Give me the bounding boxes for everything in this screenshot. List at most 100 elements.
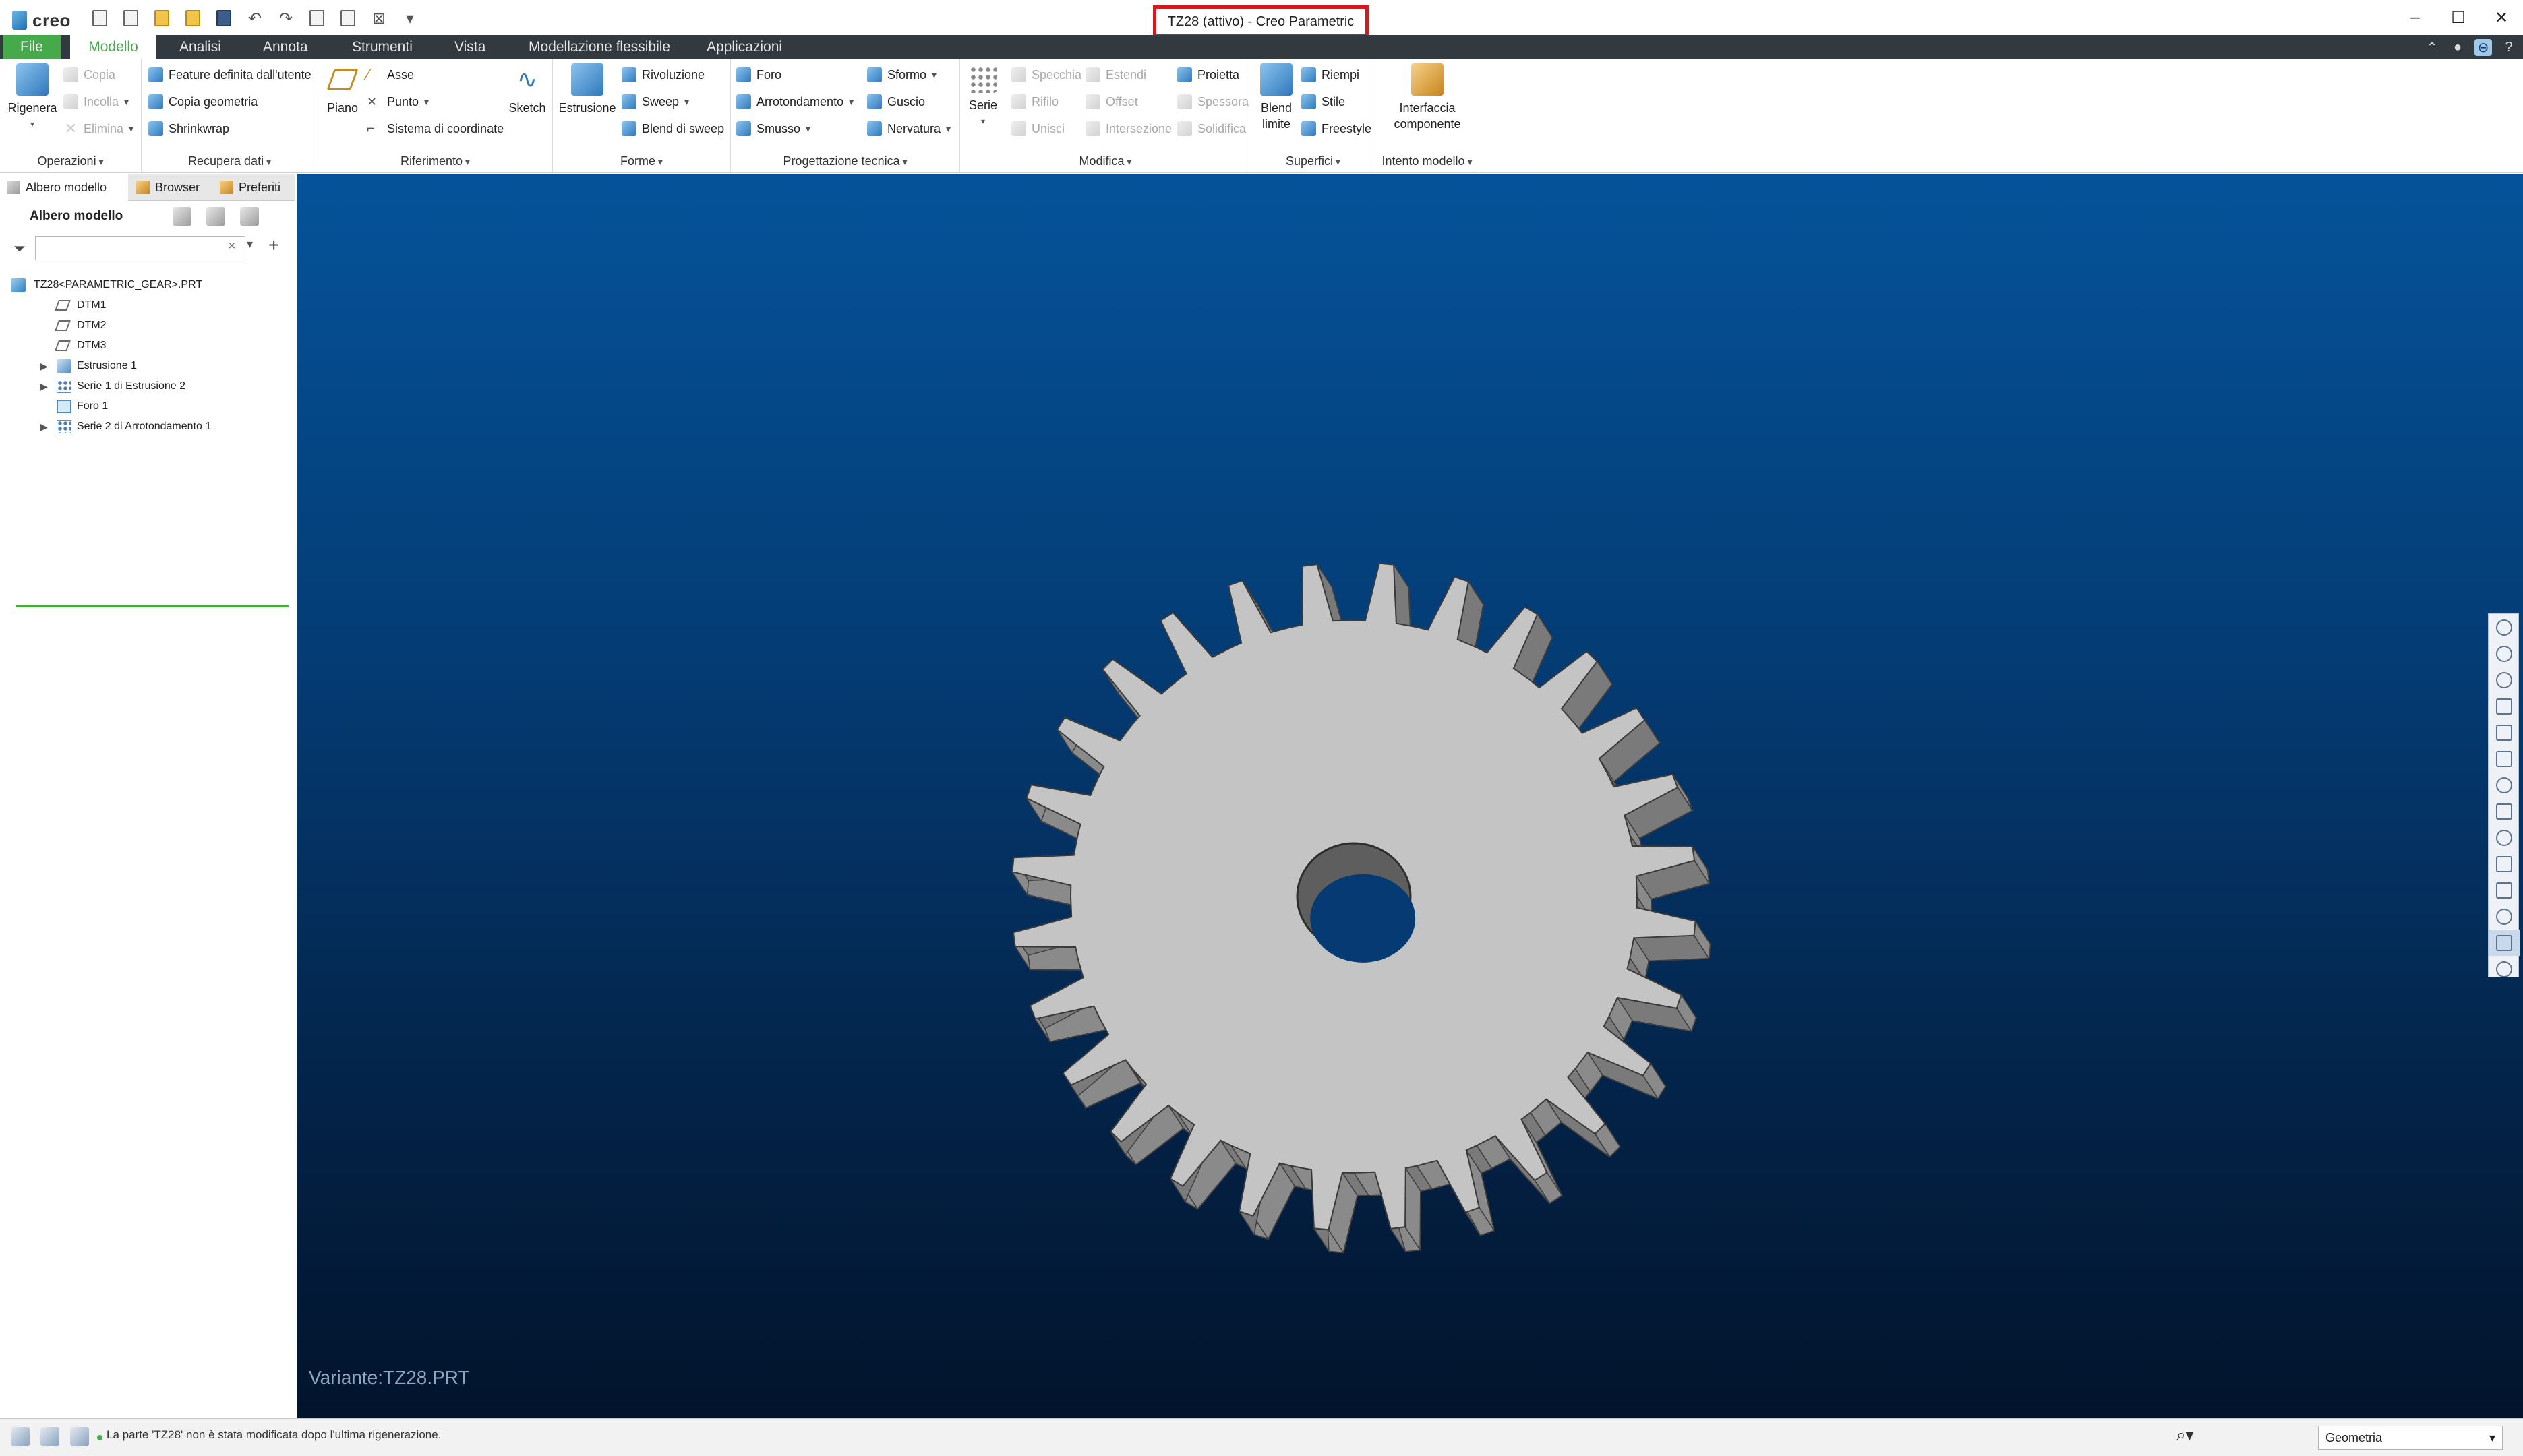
- gear-model[interactable]: [297, 174, 2523, 1418]
- tab-preferiti[interactable]: Preferiti: [213, 174, 295, 201]
- command-search-icon[interactable]: ⊖: [2474, 38, 2492, 56]
- elimina-button[interactable]: ✕ Elimina: [63, 119, 133, 139]
- tab-strumenti[interactable]: Strumenti: [352, 35, 413, 59]
- selection-filter-dropdown[interactable]: Geometria ▾: [2318, 1426, 2503, 1450]
- customize-toolbar-icon[interactable]: ▾: [399, 7, 421, 30]
- riempi-button[interactable]: Riempi: [1301, 65, 1359, 85]
- nervatura-button[interactable]: Nervatura: [867, 119, 951, 139]
- group-label-modifica[interactable]: Modifica: [960, 154, 1251, 169]
- toggle-browser-icon[interactable]: [40, 1427, 59, 1446]
- piano-button[interactable]: Piano: [322, 63, 363, 116]
- add-filter-icon[interactable]: +: [268, 235, 279, 256]
- perspective-icon[interactable]: [2489, 719, 2520, 746]
- full-screen-icon[interactable]: [70, 1427, 89, 1446]
- close-button[interactable]: ✕: [2480, 0, 2523, 35]
- sistema-coordinate-button[interactable]: ⌐ Sistema di coordinate: [367, 119, 504, 139]
- insert-here-indicator[interactable]: [16, 605, 289, 607]
- collapse-ribbon-icon[interactable]: ⌃: [2423, 39, 2441, 56]
- punto-button[interactable]: ✕ Punto: [367, 92, 429, 112]
- tree-node[interactable]: DTM3: [0, 336, 295, 356]
- copia-button[interactable]: Copia: [63, 65, 115, 85]
- rigenera-button[interactable]: Rigenera ▾: [5, 63, 59, 132]
- expand-arrow-icon[interactable]: ▶: [40, 361, 48, 372]
- spessora-button[interactable]: Spessora: [1177, 92, 1249, 112]
- interfaccia-componente-button[interactable]: Interfaccia componente: [1379, 63, 1475, 132]
- section-icon[interactable]: [2489, 956, 2520, 982]
- tree-node[interactable]: DTM2: [0, 315, 295, 336]
- folder-icon[interactable]: [151, 7, 173, 30]
- toggle-navigator-icon[interactable]: [11, 1427, 30, 1446]
- tree-node[interactable]: ▶ Serie 2 di Arrotondamento 1: [0, 417, 295, 437]
- group-label-intento-modello[interactable]: Intento modello: [1375, 154, 1479, 169]
- tab-modellazione-flessibile[interactable]: Modellazione flessibile: [529, 35, 670, 59]
- group-label-recupera-dati[interactable]: Recupera dati: [142, 154, 318, 169]
- view-manager-icon[interactable]: [2489, 798, 2520, 824]
- regenerate-quick-icon[interactable]: [306, 7, 328, 30]
- datum-display-icon[interactable]: [2489, 851, 2520, 877]
- search-options-dropdown[interactable]: ▾: [247, 237, 253, 251]
- open-icon[interactable]: [120, 7, 142, 30]
- save-icon[interactable]: [213, 7, 235, 30]
- help-icon[interactable]: ?: [2500, 40, 2518, 55]
- open-folder-icon[interactable]: [182, 7, 204, 30]
- tree-node[interactable]: TZ28<PARAMETRIC_GEAR>.PRT: [0, 275, 295, 295]
- tree-node[interactable]: Foro 1: [0, 396, 295, 417]
- guscio-button[interactable]: Guscio: [867, 92, 925, 112]
- estrusione-button[interactable]: Estrusione: [557, 63, 618, 116]
- expand-arrow-icon[interactable]: ▶: [40, 421, 48, 433]
- zoom-out-icon[interactable]: [2489, 667, 2520, 693]
- solidifica-button[interactable]: Solidifica: [1177, 119, 1246, 139]
- group-label-forme[interactable]: Forme: [553, 154, 730, 169]
- tree-columns-icon[interactable]: [240, 207, 259, 226]
- offset-button[interactable]: Offset: [1086, 92, 1138, 112]
- tab-applicazioni[interactable]: Applicazioni: [707, 35, 782, 59]
- blend-sweep-button[interactable]: Blend di sweep: [622, 119, 724, 139]
- appearance-icon[interactable]: [2489, 824, 2520, 851]
- minimize-button[interactable]: –: [2394, 0, 2437, 35]
- spin-center-icon[interactable]: [2489, 903, 2520, 930]
- tab-annota[interactable]: Annota: [263, 35, 308, 59]
- copia-geometria-button[interactable]: Copia geometria: [148, 92, 258, 112]
- sformo-button[interactable]: Sformo: [867, 65, 937, 85]
- tab-albero-modello[interactable]: Albero modello: [0, 174, 128, 201]
- unisci-button[interactable]: Unisci: [1011, 119, 1065, 139]
- graphics-window[interactable]: Variante:TZ28.PRT: [297, 174, 2523, 1418]
- tab-browser[interactable]: Browser: [129, 174, 210, 201]
- group-label-riferimento[interactable]: Riferimento: [318, 154, 552, 169]
- group-label-superfici[interactable]: Superfici: [1251, 154, 1375, 169]
- group-label-operazioni[interactable]: Operazioni: [0, 154, 141, 169]
- find-icon[interactable]: ⌕▾: [2176, 1426, 2194, 1445]
- clear-search-icon[interactable]: ×: [228, 239, 236, 254]
- tree-node[interactable]: ▶ Estrusione 1: [0, 356, 295, 376]
- tree-settings-icon[interactable]: [173, 207, 191, 226]
- estendi-button[interactable]: Estendi: [1086, 65, 1146, 85]
- display-style-icon[interactable]: [2489, 746, 2520, 772]
- tree-show-icon[interactable]: [206, 207, 225, 226]
- smusso-button[interactable]: Smusso: [736, 119, 810, 139]
- freestyle-button[interactable]: Freestyle: [1301, 119, 1371, 139]
- windows-icon[interactable]: [337, 7, 359, 30]
- maximize-button[interactable]: ☐: [2437, 0, 2480, 35]
- tab-vista[interactable]: Vista: [454, 35, 485, 59]
- tab-modello[interactable]: Modello: [70, 35, 156, 59]
- group-label-progettazione-tecnica[interactable]: Progettazione tecnica: [731, 154, 959, 169]
- intersezione-button[interactable]: Intersezione: [1086, 119, 1172, 139]
- foro-button[interactable]: Foro: [736, 65, 781, 85]
- tree-search-input[interactable]: [35, 236, 245, 260]
- expand-arrow-icon[interactable]: ▶: [40, 381, 48, 392]
- new-file-icon[interactable]: [89, 7, 111, 30]
- specchia-button[interactable]: Specchia: [1011, 65, 1081, 85]
- proietta-button[interactable]: Proietta: [1177, 65, 1239, 85]
- view-normal-icon[interactable]: [2489, 930, 2520, 956]
- redo-icon[interactable]: ↷: [275, 7, 297, 30]
- user-icon[interactable]: ●: [2449, 40, 2466, 55]
- asse-button[interactable]: ⁄ Asse: [367, 65, 414, 85]
- close-window-icon[interactable]: ⊠: [368, 7, 390, 30]
- rivoluzione-button[interactable]: Rivoluzione: [622, 65, 705, 85]
- rifilo-button[interactable]: Rifilo: [1011, 92, 1059, 112]
- serie-button[interactable]: Serie ▾: [964, 63, 1002, 129]
- feature-utente-button[interactable]: Feature definita dall'utente: [148, 65, 311, 85]
- repaint-icon[interactable]: [2489, 693, 2520, 719]
- stile-button[interactable]: Stile: [1301, 92, 1345, 112]
- tree-node[interactable]: DTM1: [0, 295, 295, 315]
